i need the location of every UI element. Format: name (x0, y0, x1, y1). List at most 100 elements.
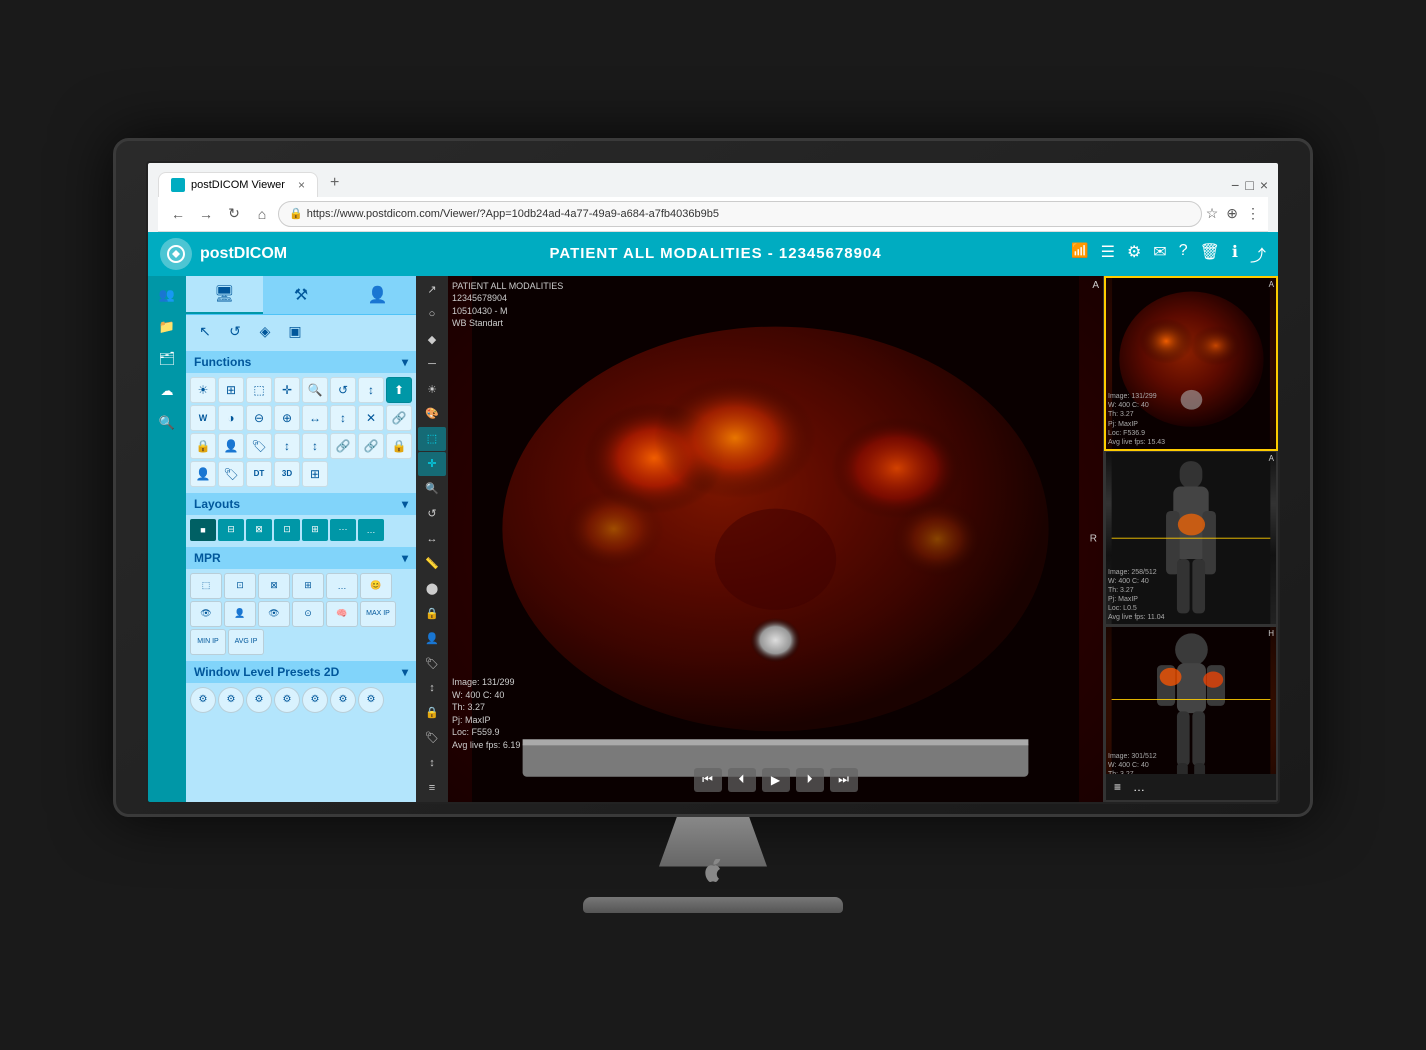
eraser-tool[interactable]: ✕ (358, 405, 384, 431)
ts-line-btn[interactable]: ─ (418, 352, 446, 376)
window-tool[interactable]: W (190, 405, 216, 431)
move-tool[interactable]: ↕ (274, 433, 300, 459)
mpr-face1-btn[interactable]: 😊 (360, 573, 392, 599)
ts-rect-btn[interactable]: ⬚ (418, 427, 446, 451)
play-first-btn[interactable]: ⏮ (694, 768, 722, 792)
wifi-icon[interactable]: 📶 (1071, 242, 1088, 266)
up-tool[interactable]: ⬆ (386, 377, 412, 403)
list-icon[interactable]: ☰ (1101, 242, 1115, 266)
refresh-btn[interactable]: ↻ (222, 202, 246, 226)
ts-scroll-btn[interactable]: ↕ (418, 676, 446, 700)
profile-btn[interactable]: ⊕ (1226, 205, 1238, 222)
layout-3x3-btn[interactable]: ⋯ (330, 519, 356, 541)
link-tool[interactable]: 🔗 (386, 405, 412, 431)
play-prev-btn[interactable]: ⏴ (728, 768, 756, 792)
ts-scrollbar-btn[interactable]: ≡ (418, 776, 446, 800)
clear-btn[interactable]: ◈ (252, 319, 278, 345)
link3-tool[interactable]: 🔗 (358, 433, 384, 459)
wl-preset-5[interactable]: ⚙ (302, 687, 328, 713)
arrow-tool-btn[interactable]: ↖ (192, 319, 218, 345)
trash-icon[interactable]: 🗑 (1200, 242, 1220, 266)
functions-collapse-icon[interactable]: ▾ (402, 355, 408, 369)
wl-preset-6[interactable]: ⚙ (330, 687, 356, 713)
3d-tool[interactable]: 3D (274, 461, 300, 487)
ts-search-btn[interactable]: 🔍 (418, 477, 446, 501)
wl-preset-2[interactable]: ⚙ (218, 687, 244, 713)
sidebar-upload-btn[interactable]: ☁ (150, 376, 184, 406)
link2-tool[interactable]: 🔗 (330, 433, 356, 459)
zoom-tool[interactable]: 🔍 (302, 377, 328, 403)
address-bar[interactable]: 🔒 https://www.postdicom.com/Viewer/?App=… (278, 201, 1202, 227)
mpr-4-btn[interactable]: ⊞ (292, 573, 324, 599)
mip-avg-btn[interactable]: AVG IP (228, 629, 264, 655)
panel-menu-btn[interactable]: ≡ (1110, 778, 1125, 796)
mip-max-btn[interactable]: MAX IP (360, 601, 396, 627)
dicom-viewport[interactable]: PATIENT ALL MODALITIES 12345678904 10510… (448, 276, 1103, 802)
play-play-btn[interactable]: ▶ (762, 768, 790, 792)
win-minimize-btn[interactable]: − (1231, 177, 1239, 193)
mpr-face4-btn[interactable]: 👁 (258, 601, 290, 627)
thumbnail-2[interactable]: A Image: 258/512 W: 400 C: 40 Th: 3.27 P… (1104, 451, 1278, 626)
rect-tool[interactable]: ⬚ (246, 377, 272, 403)
ts-scroll3-btn[interactable]: ↕ (418, 751, 446, 775)
layout-1x3-btn[interactable]: ⊠ (246, 519, 272, 541)
ts-circle-btn[interactable]: ○ (418, 302, 446, 326)
ts-dot-btn[interactable]: ⬤ (418, 576, 446, 600)
layout-more-btn[interactable]: … (358, 519, 384, 541)
scroll-tool[interactable]: ↕ (358, 377, 384, 403)
lock2-tool[interactable]: 🔒 (386, 433, 412, 459)
layout-2x1-btn[interactable]: ⊡ (274, 519, 300, 541)
sidebar-users-btn[interactable]: 👥 (150, 280, 184, 310)
tab-tools[interactable]: ⚒ (263, 276, 340, 314)
thumbnail-3[interactable]: H Image: 301/512 W: 400 C: 40 Th: 3.27 P… (1104, 626, 1278, 801)
mail-icon[interactable]: ✉ (1153, 242, 1166, 266)
person2-tool[interactable]: 👤 (190, 461, 216, 487)
ts-scroll2-btn[interactable]: 🔒 (418, 701, 446, 725)
mpr-1-btn[interactable]: ⬚ (190, 573, 222, 599)
mpr-face3-btn[interactable]: 👤 (224, 601, 256, 627)
ts-crosshair-btn[interactable]: ✛ (418, 452, 446, 476)
rotate-tool[interactable]: ↺ (330, 377, 356, 403)
ts-lock-btn[interactable]: 🔒 (418, 601, 446, 625)
panel-more-btn[interactable]: … (1129, 778, 1149, 796)
ts-rotate-btn[interactable]: ↺ (418, 502, 446, 526)
ts-pan-btn[interactable]: ↔ (418, 527, 446, 551)
menu-btn[interactable]: ⋮ (1246, 205, 1260, 222)
layout-1x1-btn[interactable]: ■ (190, 519, 216, 541)
tab-monitor[interactable]: 🖥 (186, 276, 263, 314)
sidebar-images-btn[interactable]: 🗂 (150, 344, 184, 374)
settings-icon[interactable]: ⚙ (1127, 242, 1141, 266)
mip-min-btn[interactable]: MIN IP (190, 629, 226, 655)
label-tool[interactable]: 🏷 (246, 433, 272, 459)
home-btn[interactable]: ⌂ (250, 202, 274, 226)
grid-tool[interactable]: ⊞ (218, 377, 244, 403)
layout-2x2-btn[interactable]: ⊞ (302, 519, 328, 541)
info-icon[interactable]: ℹ (1232, 242, 1238, 266)
play-last-btn[interactable]: ⏭ (830, 768, 858, 792)
help-icon[interactable]: ? (1179, 242, 1188, 266)
functions-section-header[interactable]: Functions ▾ (186, 351, 416, 373)
layouts-section-header[interactable]: Layouts ▾ (186, 493, 416, 515)
wl-preset-7[interactable]: ⚙ (358, 687, 384, 713)
mpr-face5-btn[interactable]: ⊙ (292, 601, 324, 627)
layouts-collapse-icon[interactable]: ▾ (402, 497, 408, 511)
wl-preset-1[interactable]: ⚙ (190, 687, 216, 713)
mpr-face2-btn[interactable]: 👁 (190, 601, 222, 627)
delete-btn[interactable]: ▣ (282, 319, 308, 345)
crosshair-tool[interactable]: ✛ (274, 377, 300, 403)
mpr-collapse-icon[interactable]: ▾ (402, 551, 408, 565)
person-tool[interactable]: 👤 (218, 433, 244, 459)
ts-measure-btn[interactable]: 📏 (418, 551, 446, 575)
wl-preset-3[interactable]: ⚙ (246, 687, 272, 713)
browser-tab-active[interactable]: postDICOM Viewer × (158, 172, 318, 197)
win-close-btn[interactable]: × (1260, 177, 1268, 193)
mpr-section-header[interactable]: MPR ▾ (186, 547, 416, 569)
win-maximize-btn[interactable]: □ (1245, 177, 1253, 193)
new-tab-btn[interactable]: + (322, 169, 347, 197)
sidebar-folder-btn[interactable]: 📁 (150, 312, 184, 342)
layout-1x2-btn[interactable]: ⊟ (218, 519, 244, 541)
lock-tool[interactable]: 🔒 (190, 433, 216, 459)
wl-presets-section-header[interactable]: Window Level Presets 2D ▾ (186, 661, 416, 683)
play-next-btn[interactable]: ⏵ (796, 768, 824, 792)
forward-btn[interactable]: → (194, 202, 218, 226)
